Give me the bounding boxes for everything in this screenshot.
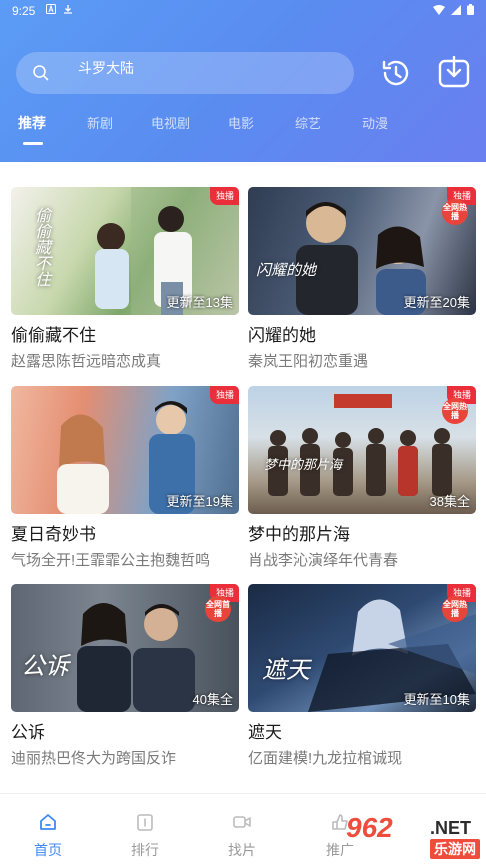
signal-icon xyxy=(451,4,461,15)
tab-variety[interactable]: 综艺 xyxy=(295,113,321,132)
poster-image[interactable]: 独播 更新至19集 xyxy=(11,386,239,514)
nav-find[interactable]: 找片 xyxy=(212,812,272,860)
search-bar[interactable]: 斗罗大陆 xyxy=(16,52,354,94)
card-subtitle: 秦岚王阳初恋重遇 xyxy=(248,353,369,370)
card-title: 遮天 xyxy=(248,723,282,742)
watermark-site: 乐游网 xyxy=(430,839,480,859)
card-subtitle: 赵露思陈哲远暗恋成真 xyxy=(11,353,162,370)
exclusive-badge: 独播 xyxy=(209,187,239,205)
poster-title-art: 偷偷藏不住 xyxy=(32,207,51,287)
download-status-icon xyxy=(64,5,72,14)
exclusive-badge: 独播 xyxy=(209,386,239,404)
video-card[interactable]: 公诉 独播 全网首播 40集全 公诉 迪丽热巴佟大为跨国反诈 xyxy=(11,584,239,768)
search-icon xyxy=(33,65,49,81)
card-subtitle: 气场全开!王霏霏公主抱魏哲鸣 xyxy=(11,552,211,569)
card-title: 公诉 xyxy=(11,723,45,742)
header: 9:25 斗罗大陆 推荐 新剧 电视剧 电影 综艺 动漫 xyxy=(0,0,486,162)
status-time: 9:25 xyxy=(12,4,36,18)
episode-status: 更新至13集 xyxy=(166,295,233,310)
nav-ranking-label: 排行 xyxy=(131,842,159,858)
card-subtitle: 迪丽热巴佟大为跨国反诈 xyxy=(11,750,177,767)
card-subtitle: 肖战李沁演绎年代青春 xyxy=(248,552,399,569)
episode-status: 更新至10集 xyxy=(403,692,470,707)
card-title: 梦中的那片海 xyxy=(248,525,350,544)
card-title: 闪耀的她 xyxy=(248,326,316,345)
video-card[interactable]: 独播 更新至19集 夏日奇妙书 气场全开!王霏霏公主抱魏哲鸣 xyxy=(11,386,239,570)
ranking-icon xyxy=(137,814,153,831)
tab-recommend[interactable]: 推荐 xyxy=(18,113,46,133)
wifi-icon xyxy=(433,4,445,15)
history-button[interactable] xyxy=(378,56,412,90)
poster-title-art: 公诉 xyxy=(21,652,69,680)
nav-ranking[interactable]: 排行 xyxy=(115,812,175,860)
video-card[interactable]: 偷偷藏不住 独播 更新至13集 偷偷藏不住 赵露思陈哲远暗恋成真 xyxy=(11,187,239,371)
home-icon xyxy=(40,814,56,830)
episode-status: 40集全 xyxy=(192,692,233,707)
hot-badge: 全网热播 xyxy=(442,398,468,424)
poster-image[interactable]: 偷偷藏不住 独播 更新至13集 xyxy=(11,187,239,315)
download-button[interactable] xyxy=(437,56,471,90)
poster-title-art: 梦中的那片海 xyxy=(264,458,343,473)
episode-status: 更新至20集 xyxy=(403,295,470,310)
hot-badge: 全网首播 xyxy=(205,596,231,622)
status-bar: 9:25 xyxy=(0,0,486,22)
nav-home-label: 首页 xyxy=(34,842,62,858)
poster-image[interactable]: 公诉 独播 全网首播 40集全 xyxy=(11,584,239,712)
poster-title-art: 闪耀的她 xyxy=(256,261,317,279)
episode-status: 38集全 xyxy=(429,494,470,509)
poster-title-art: 遮天 xyxy=(262,656,310,684)
watermark-number: 962 xyxy=(346,812,393,843)
status-right xyxy=(433,4,474,15)
tab-movie[interactable]: 电影 xyxy=(228,113,254,132)
video-card[interactable]: 梦中的那片海 独播 全网热播 38集全 梦中的那片海 肖战李沁演绎年代青春 xyxy=(248,386,476,570)
tab-new[interactable]: 新剧 xyxy=(87,113,113,132)
video-icon xyxy=(233,816,251,828)
hot-badge: 全网热播 xyxy=(442,199,468,225)
poster-image[interactable]: 遮天 独播 全网热播 更新至10集 xyxy=(248,584,476,712)
nav-home[interactable]: 首页 xyxy=(18,812,78,860)
video-card[interactable]: 遮天 独播 全网热播 更新至10集 遮天 亿面建模!九龙拉棺诚现 xyxy=(248,584,476,768)
tab-tv[interactable]: 电视剧 xyxy=(151,113,190,132)
poster-image[interactable]: 闪耀的她 独播 全网热播 更新至20集 xyxy=(248,187,476,315)
tab-indicator xyxy=(23,142,43,145)
card-subtitle: 亿面建模!九龙拉棺诚现 xyxy=(248,750,403,767)
hot-badge: 全网热播 xyxy=(442,596,468,622)
card-title: 夏日奇妙书 xyxy=(11,525,96,544)
notification-a-icon xyxy=(46,4,56,14)
episode-status: 更新至19集 xyxy=(166,494,233,509)
watermark-domain: .NET xyxy=(430,818,472,838)
category-tabs: 推荐 新剧 电视剧 电影 综艺 动漫 xyxy=(0,113,486,143)
battery-icon xyxy=(467,4,474,15)
tab-anime[interactable]: 动漫 xyxy=(362,113,388,132)
search-placeholder: 斗罗大陆 xyxy=(78,60,134,76)
nav-find-label: 找片 xyxy=(228,842,256,858)
poster-image[interactable]: 梦中的那片海 独播 全网热播 38集全 xyxy=(248,386,476,514)
card-title: 偷偷藏不住 xyxy=(11,326,96,345)
site-watermark: 962 .NET 乐游网 xyxy=(346,812,486,862)
video-card[interactable]: 闪耀的她 独播 全网热播 更新至20集 闪耀的她 秦岚王阳初恋重遇 xyxy=(248,187,476,371)
